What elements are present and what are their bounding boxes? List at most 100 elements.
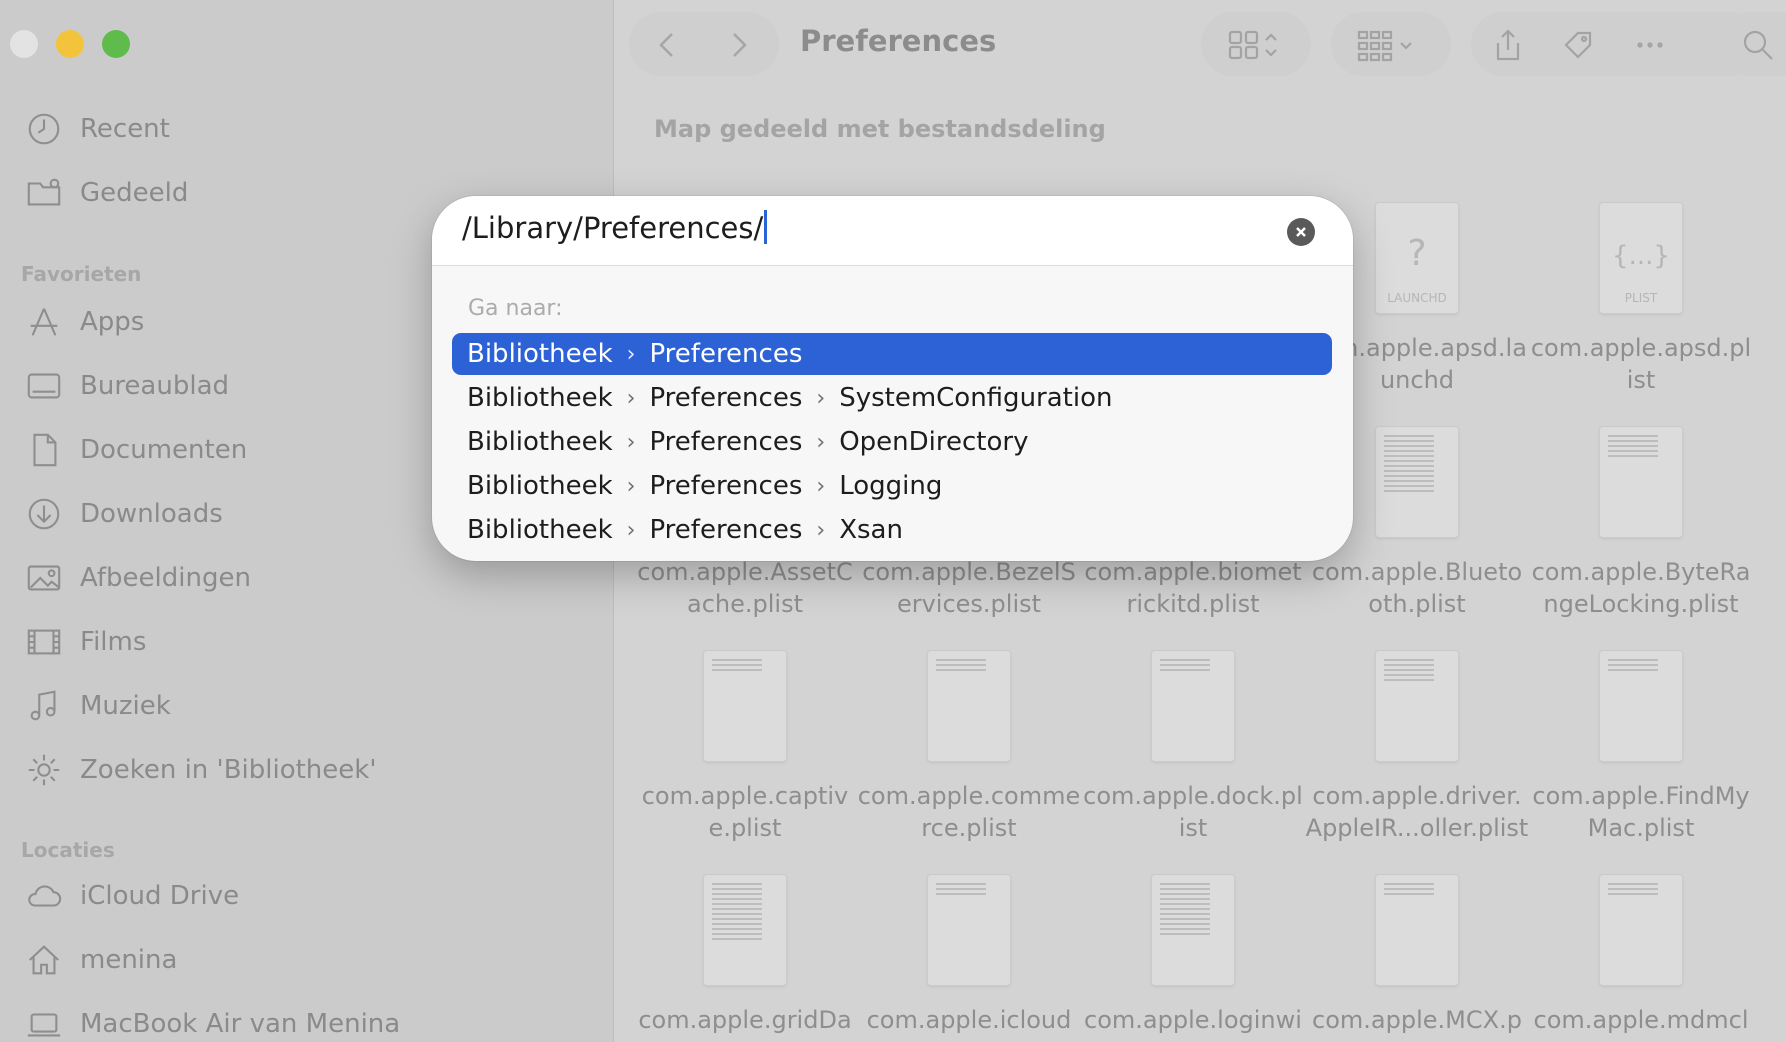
file-thumbnail: {...} PLIST: [1599, 202, 1683, 314]
cloud-icon: [22, 874, 66, 918]
file-item[interactable]: com.apple.driver.AppleIR...oller.plist: [1305, 650, 1529, 844]
file-item[interactable]: {...} PLIST com.apple.apsd.plist: [1529, 202, 1753, 396]
file-thumbnail: [703, 650, 787, 762]
text-caret: [764, 210, 768, 244]
file-thumbnail: [1151, 874, 1235, 986]
file-item[interactable]: com.apple.gridDa: [633, 874, 857, 1036]
file-name: com.apple.FindMyMac.plist: [1532, 782, 1750, 842]
file-thumbnail: [1599, 650, 1683, 762]
window-title: Preferences: [800, 24, 997, 58]
view-mode-button[interactable]: [1219, 22, 1289, 68]
sidebar-item-home[interactable]: menina: [22, 936, 582, 984]
file-item[interactable]: com.apple.FindMyMac.plist: [1529, 650, 1753, 844]
file-thumbnail: ? LAUNCHD: [1375, 202, 1459, 314]
suggestion-item[interactable]: Bibliotheek › Preferences › Logging: [452, 465, 1332, 507]
unknown-file-icon: ?: [1407, 233, 1427, 274]
file-item[interactable]: com.apple.dock.plist: [1081, 650, 1305, 844]
path-input[interactable]: /Library/Preferences/: [462, 210, 768, 245]
sidebar-item-label: menina: [80, 945, 178, 975]
path-segment: Preferences: [649, 339, 803, 369]
sidebar-item-recent[interactable]: Recent: [22, 105, 582, 153]
file-thumbnail: [703, 874, 787, 986]
film-icon: [22, 620, 66, 664]
close-icon: [1296, 227, 1306, 237]
path-segment: Preferences: [649, 515, 803, 545]
file-name: com.apple.commerce.plist: [857, 782, 1081, 842]
tag-button[interactable]: [1555, 22, 1601, 68]
file-item[interactable]: com.apple.ByteRangeLocking.plist: [1529, 426, 1753, 620]
file-name: com.apple.AssetCache.plist: [637, 558, 853, 618]
sidebar-item-pictures[interactable]: Afbeeldingen: [22, 554, 582, 602]
share-icon: [1496, 29, 1520, 61]
sidebar-item-label: MacBook Air van Menina: [80, 1009, 401, 1039]
sidebar-item-label: Gedeeld: [80, 178, 189, 208]
suggestion-item[interactable]: Bibliotheek › Preferences › Xsan: [452, 509, 1332, 551]
path-segment: Bibliotheek: [467, 383, 613, 413]
file-name: com.apple.apsd.plist: [1530, 334, 1752, 394]
chevron-right-icon: [733, 33, 747, 57]
sidebar-item-search-library[interactable]: Zoeken in 'Bibliotheek': [22, 746, 582, 794]
laptop-icon: [22, 1002, 66, 1042]
file-item[interactable]: com.apple.captive.plist: [633, 650, 857, 844]
sidebar-item-movies[interactable]: Films: [22, 618, 582, 666]
apps-icon: [22, 300, 66, 344]
back-button[interactable]: [643, 20, 693, 70]
path-segment: Xsan: [839, 515, 903, 545]
sidebar-item-label: Bureaublad: [80, 371, 230, 401]
more-button[interactable]: [1627, 22, 1673, 68]
path-segment: Preferences: [649, 383, 803, 413]
file-item[interactable]: com.apple.icloud: [857, 874, 1081, 1036]
sidebar-item-label: Recent: [80, 114, 170, 144]
file-name: com.apple.dock.plist: [1083, 782, 1303, 842]
close-window-button[interactable]: [10, 30, 38, 58]
search-button[interactable]: [1735, 22, 1781, 68]
clear-input-button[interactable]: [1287, 218, 1315, 246]
file-thumbnail: [927, 650, 1011, 762]
sidebar-item-label: Downloads: [80, 499, 223, 529]
file-type-label: LAUNCHD: [1387, 291, 1447, 305]
path-input-value: /Library/Preferences/: [462, 211, 764, 245]
section-header: Map gedeeld met bestandsdeling: [654, 115, 1106, 143]
group-grid-icon: [1357, 30, 1412, 62]
chevron-right-icon: ›: [626, 517, 636, 543]
file-thumbnail: [1599, 874, 1683, 986]
file-name: com.apple.BezelServices.plist: [862, 558, 1076, 618]
file-item[interactable]: com.apple.commerce.plist: [857, 650, 1081, 844]
minimize-window-button[interactable]: [56, 30, 84, 58]
toolbar: Preferences: [615, 0, 1786, 90]
file-item[interactable]: com.apple.loginwi: [1081, 874, 1305, 1036]
download-icon: [22, 492, 66, 536]
sidebar-section-locations: Locaties: [21, 838, 115, 862]
sidebar-item-macbook[interactable]: MacBook Air van Menina: [22, 1000, 582, 1042]
shared-folder-icon: [22, 171, 66, 215]
clock-icon: [22, 107, 66, 151]
desktop-icon: [22, 364, 66, 408]
chevron-right-icon: ›: [626, 341, 636, 367]
file-name: com.apple.MCX.p: [1312, 1006, 1522, 1034]
sidebar-item-music[interactable]: Muziek: [22, 682, 582, 730]
file-name: com.apple.captive.plist: [641, 782, 849, 842]
suggestion-item[interactable]: Bibliotheek › Preferences: [452, 333, 1332, 375]
file-thumbnail: [1375, 650, 1459, 762]
group-by-button[interactable]: [1347, 22, 1427, 68]
file-type-label: PLIST: [1624, 291, 1658, 305]
file-item[interactable]: com.apple.mdmcl: [1529, 874, 1753, 1036]
home-icon: [22, 938, 66, 982]
sidebar-item-label: Afbeeldingen: [80, 563, 251, 593]
path-segment: Preferences: [649, 427, 803, 457]
search-icon: [1743, 30, 1773, 60]
sidebar-item-label: Muziek: [80, 691, 171, 721]
maximize-window-button[interactable]: [102, 30, 130, 58]
forward-button[interactable]: [713, 20, 763, 70]
file-item[interactable]: com.apple.MCX.p: [1305, 874, 1529, 1036]
goto-label: Ga naar:: [468, 296, 563, 321]
sidebar-item-label: Films: [80, 627, 147, 657]
file-thumbnail: [927, 874, 1011, 986]
file-name: com.apple.ByteRangeLocking.plist: [1531, 558, 1751, 618]
share-button[interactable]: [1485, 22, 1531, 68]
go-to-folder-dialog: /Library/Preferences/ Ga naar: Bibliothe…: [432, 196, 1353, 561]
tag-icon: [1564, 31, 1592, 59]
sidebar-item-icloud[interactable]: iCloud Drive: [22, 872, 582, 920]
suggestion-item[interactable]: Bibliotheek › Preferences › SystemConfigurat…: [452, 377, 1332, 419]
suggestion-item[interactable]: Bibliotheek › Preferences › OpenDirectory: [452, 421, 1332, 463]
